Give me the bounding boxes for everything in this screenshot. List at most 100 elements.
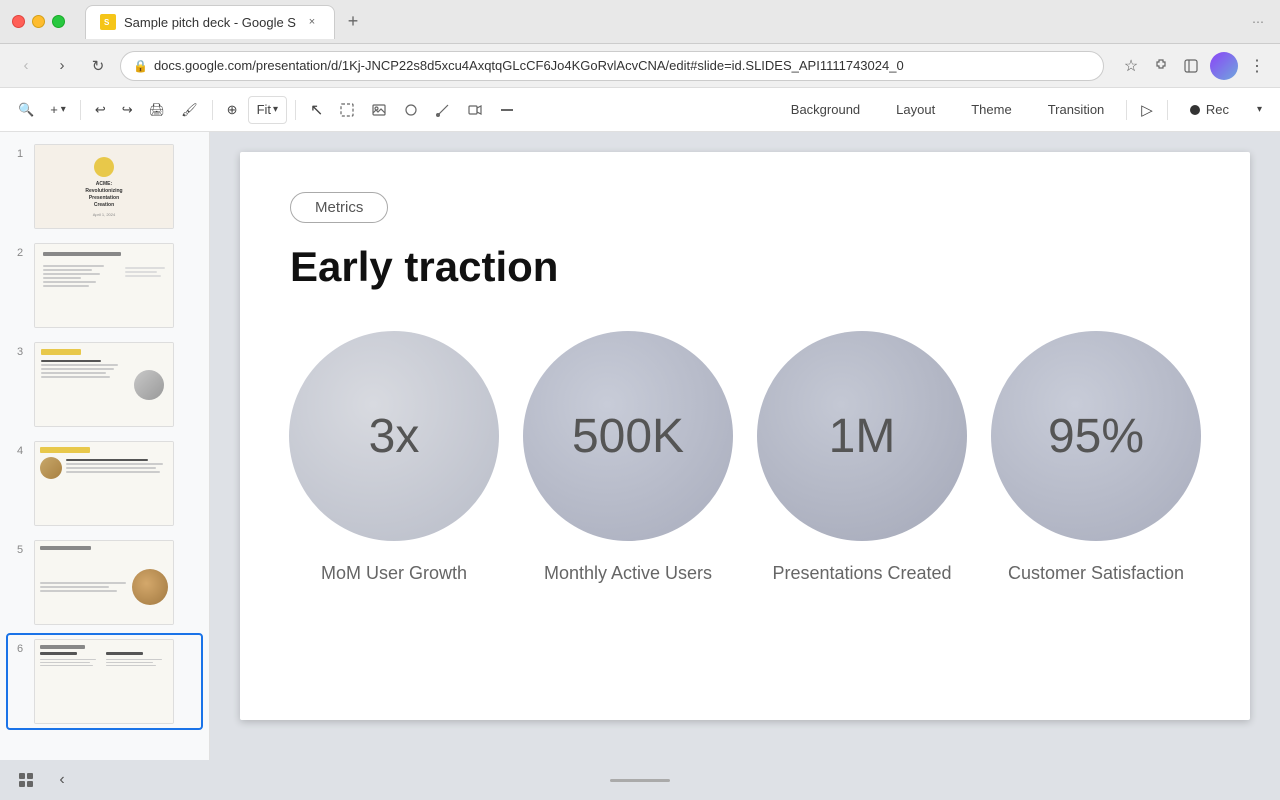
metric-label-4: Customer Satisfaction <box>1008 561 1184 586</box>
theme-button[interactable]: Theme <box>957 95 1025 125</box>
toolbar-right: Background Layout Theme Transition ▷ Rec… <box>777 95 1268 125</box>
metric-label-3: Presentations Created <box>772 561 951 586</box>
rec-dot-icon <box>1190 105 1200 115</box>
metric-item-3: 1M Presentations Created <box>757 331 967 586</box>
sidebar-icon[interactable] <box>1180 55 1202 77</box>
toolbar-separator-3 <box>295 100 296 120</box>
extensions-icon[interactable] <box>1150 55 1172 77</box>
slide-panel: 1 ACME:RevolutionizingPresentationCreati… <box>0 132 210 760</box>
new-tab-button[interactable]: + <box>339 8 367 36</box>
close-button[interactable] <box>12 15 25 28</box>
tab-favicon: S <box>100 14 116 30</box>
record-button[interactable]: Rec <box>1176 95 1243 125</box>
slide-number-6: 6 <box>12 639 28 655</box>
more-options-icon[interactable]: ⋮ <box>1246 55 1268 77</box>
panel-toggle-button[interactable]: ‹ <box>48 766 76 794</box>
title-bar: S Sample pitch deck - Google S × + ⋯ <box>0 0 1280 44</box>
layout-button[interactable]: Layout <box>882 95 949 125</box>
address-bar[interactable]: 🔒 docs.google.com/presentation/d/1Kj-JNC… <box>120 51 1104 81</box>
nav-bar: ‹ › ↻ 🔒 docs.google.com/presentation/d/1… <box>0 44 1280 88</box>
reload-button[interactable]: ↻ <box>84 52 112 80</box>
traffic-lights <box>12 15 65 28</box>
tab-close-button[interactable]: × <box>304 14 320 30</box>
slide-number-4: 4 <box>12 441 28 457</box>
maximize-button[interactable] <box>52 15 65 28</box>
metric-circle-1: 3x <box>289 331 499 541</box>
metric-circle-2: 500K <box>523 331 733 541</box>
slide-preview-2 <box>34 243 174 328</box>
present-button[interactable]: ▷ <box>1135 96 1159 124</box>
metric-value-3: 1M <box>829 409 896 464</box>
toolbar-separator-1 <box>80 100 81 120</box>
transition-button[interactable]: Transition <box>1034 95 1119 125</box>
metric-label-1: MoM User Growth <box>321 561 467 586</box>
metric-value-2: 500K <box>572 409 684 464</box>
line-tool-button[interactable] <box>429 96 457 124</box>
add-dropdown-icon: ▾ <box>61 104 66 115</box>
forward-button[interactable]: › <box>48 52 76 80</box>
toolbar-separator-4 <box>1126 100 1127 120</box>
metric-value-1: 3x <box>369 409 420 464</box>
metric-label-2: Monthly Active Users <box>544 561 712 586</box>
metrics-badge: Metrics <box>290 192 388 223</box>
search-button[interactable]: 🔍 <box>12 96 40 124</box>
add-icon: + <box>50 102 58 117</box>
metrics-row: 3x MoM User Growth 500K Monthly Active U… <box>290 331 1200 586</box>
minimize-button[interactable] <box>32 15 45 28</box>
window-controls: ⋯ <box>1248 15 1268 29</box>
slide-thumb-2[interactable]: 2 <box>8 239 201 332</box>
fit-label: Fit <box>257 102 271 117</box>
background-button[interactable]: Background <box>777 95 874 125</box>
slide-preview-4 <box>34 441 174 526</box>
toolbar-separator-5 <box>1167 100 1168 120</box>
fit-arrow-icon: ▾ <box>273 104 278 115</box>
rec-dropdown-button[interactable]: ▾ <box>1251 96 1268 124</box>
slide-number-2: 2 <box>12 243 28 259</box>
metric-item-1: 3x MoM User Growth <box>289 331 499 586</box>
slide-thumb-5[interactable]: 5 <box>8 536 201 629</box>
fit-dropdown[interactable]: Fit ▾ <box>248 96 287 124</box>
metric-value-4: 95% <box>1048 409 1144 464</box>
bottom-left-buttons: ‹ <box>12 760 76 800</box>
nav-icons: ☆ ⋮ <box>1120 52 1268 80</box>
slide-canvas[interactable]: Metrics Early traction 3x MoM User Growt… <box>240 152 1250 720</box>
video-tool-button[interactable] <box>461 96 489 124</box>
svg-text:S: S <box>104 18 110 27</box>
redo-button[interactable]: ↪ <box>116 96 139 124</box>
address-text: docs.google.com/presentation/d/1Kj-JNCP2… <box>154 58 1091 73</box>
canvas-area: Metrics Early traction 3x MoM User Growt… <box>210 132 1280 760</box>
slide-preview-5 <box>34 540 174 625</box>
profile-avatar[interactable] <box>1210 52 1238 80</box>
back-button[interactable]: ‹ <box>12 52 40 80</box>
shape-tool-button[interactable] <box>397 96 425 124</box>
tab-bar: S Sample pitch deck - Google S × + <box>85 5 1240 39</box>
metric-item-2: 500K Monthly Active Users <box>523 331 733 586</box>
metric-item-4: 95% Customer Satisfaction <box>991 331 1201 586</box>
paint-button[interactable]: 🖌 <box>175 96 204 124</box>
zoom-button[interactable]: ⊕ <box>221 96 244 124</box>
more-tool-button[interactable] <box>493 96 521 124</box>
undo-button[interactable]: ↩ <box>89 96 112 124</box>
lock-icon: 🔒 <box>133 59 148 73</box>
bookmark-icon[interactable]: ☆ <box>1120 55 1142 77</box>
metric-circle-3: 1M <box>757 331 967 541</box>
slide-thumb-6[interactable]: 6 <box>8 635 201 728</box>
grid-view-button[interactable] <box>12 766 40 794</box>
tab-title: Sample pitch deck - Google S <box>124 15 296 30</box>
print-button[interactable]: 🖨 <box>143 96 172 124</box>
slide-number-5: 5 <box>12 540 28 556</box>
slide-thumb-4[interactable]: 4 <box>8 437 201 530</box>
select-tool-button[interactable] <box>333 96 361 124</box>
rec-label: Rec <box>1206 102 1229 117</box>
active-tab[interactable]: S Sample pitch deck - Google S × <box>85 5 335 39</box>
slide-thumb-1[interactable]: 1 ACME:RevolutionizingPresentationCreati… <box>8 140 201 233</box>
metric-circle-4: 95% <box>991 331 1201 541</box>
image-tool-button[interactable] <box>365 96 393 124</box>
slide-preview-6 <box>34 639 174 724</box>
scroll-indicator <box>610 779 670 782</box>
cursor-tool-button[interactable]: ↖ <box>304 96 329 124</box>
slide-thumb-3[interactable]: 3 <box>8 338 201 431</box>
slide-number-3: 3 <box>12 342 28 358</box>
insert-button[interactable]: + ▾ <box>44 96 72 124</box>
bottom-bar: ‹ <box>0 760 1280 800</box>
